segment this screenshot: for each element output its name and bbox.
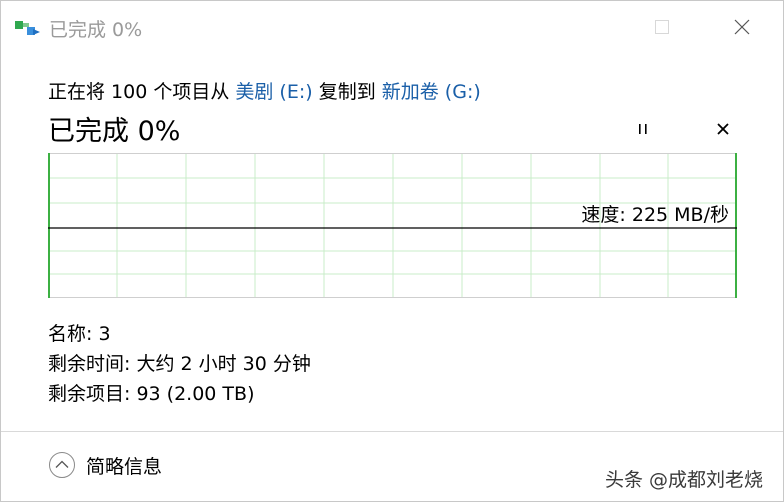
chevron-up-icon [49,452,75,478]
speed-graph: 速度: 225 MB/秒 [48,153,737,298]
file-copy-icon [15,19,41,37]
cancel-button[interactable] [709,115,737,143]
items-remaining-value: 93 (2.00 TB) [136,383,255,405]
maximize-button[interactable] [647,13,677,41]
close-icon [734,19,750,35]
detail-items-row: 剩余项目: 93 (2.00 TB) [48,379,254,406]
copy-middle-text: 复制到 [312,81,382,103]
pause-button[interactable] [629,115,657,143]
cancel-icon [717,123,729,135]
source-drive-link[interactable]: 美剧 (E:) [235,81,312,103]
minimize-button[interactable] [567,13,597,41]
copy-description: 正在将 100 个项目从 美剧 (E:) 复制到 新加卷 (G:) [48,77,481,104]
items-remaining-label: 剩余项目: [48,383,131,405]
time-remaining-label: 剩余时间: [48,353,131,375]
pause-icon [639,124,647,134]
window-title: 已完成 0% [49,19,143,41]
speed-label: 速度: 225 MB/秒 [581,204,729,226]
minimize-icon [576,26,588,28]
detail-name-row: 名称: 3 [48,319,111,346]
time-remaining-value: 大约 2 小时 30 分钟 [136,353,311,375]
footer-divider [1,431,783,432]
copy-progress-dialog: 已完成 0% 正在将 100 个项目从 美剧 (E:) 复制到 新加卷 (G:)… [0,0,784,502]
destination-drive-link[interactable]: 新加卷 (G:) [382,81,481,103]
detail-time-row: 剩余时间: 大约 2 小时 30 分钟 [48,349,311,376]
fewer-details-button[interactable]: 简略信息 [48,451,162,479]
progress-title: 已完成 0% [48,116,181,147]
maximize-icon [655,20,669,34]
title-bar[interactable]: 已完成 0% [1,1,783,53]
close-button[interactable] [727,13,757,41]
name-value: 3 [98,323,111,345]
watermark: 头条 @成都刘老烧 [605,469,764,491]
name-label: 名称: [48,323,93,345]
copy-prefix-text: 正在将 100 个项目从 [48,81,236,103]
fewer-details-label: 简略信息 [86,455,163,478]
